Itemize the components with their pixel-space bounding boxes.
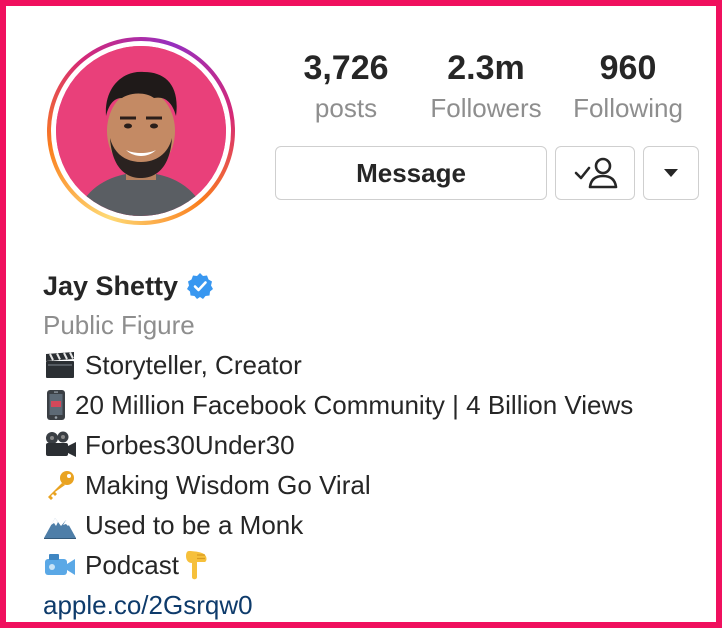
stat-posts[interactable]: 3,726 posts [288,48,404,124]
movie-camera-icon [43,428,77,462]
bio-text: 20 Million Facebook Community | 4 Billio… [75,390,634,420]
snow-mountain-icon [43,508,77,542]
clapperboard-icon [43,348,77,382]
bio-text: Used to be a Monk [85,510,304,540]
avatar[interactable] [56,46,226,216]
bio-line: Storyteller, Creator [43,345,703,385]
category-label: Public Figure [43,310,195,340]
display-name: Jay Shetty [43,270,179,301]
profile-card: 3,726 posts 2.3m Followers 960 Following… [0,0,722,628]
message-button[interactable]: Message [275,146,547,200]
bio-text: Podcast [85,550,179,580]
following-button[interactable] [555,146,635,200]
key-icon [43,468,77,502]
followers-count: 2.3m [447,49,525,87]
posts-count: 3,726 [303,49,389,87]
name-row: Jay Shetty [43,268,703,304]
bio-link[interactable]: apple.co/2Gsrqw0 [43,585,703,625]
bio-line: Used to be a Monk [43,505,703,545]
avatar-image [56,46,226,216]
bio-line: Podcast [43,545,703,585]
bio-line: 20 Million Facebook Community | 4 Billio… [43,385,703,425]
bio-text: Forbes30Under30 [85,430,295,460]
following-label: Following [573,93,683,123]
video-camera-icon [43,548,77,582]
bio-section: Jay Shetty Public Figure Storyteller, Cr… [43,268,703,625]
stat-followers[interactable]: 2.3m Followers [422,48,550,124]
verified-badge-icon [187,273,214,299]
caret-down-icon [664,169,678,177]
more-options-button[interactable] [643,146,699,200]
bio-text: Storyteller, Creator [85,350,302,380]
mobile-phone-icon [43,388,69,422]
posts-label: posts [314,93,378,123]
story-ring[interactable] [47,37,235,225]
stat-following[interactable]: 960 Following [566,48,690,124]
bio-line: Making Wisdom Go Viral [43,465,703,505]
followers-label: Followers [430,93,542,123]
pointing-down-icon [183,548,213,582]
bio-line: Forbes30Under30 [43,425,703,465]
following-count: 960 [599,49,657,87]
bio-text: Making Wisdom Go Viral [85,470,371,500]
person-check-icon [574,157,618,189]
